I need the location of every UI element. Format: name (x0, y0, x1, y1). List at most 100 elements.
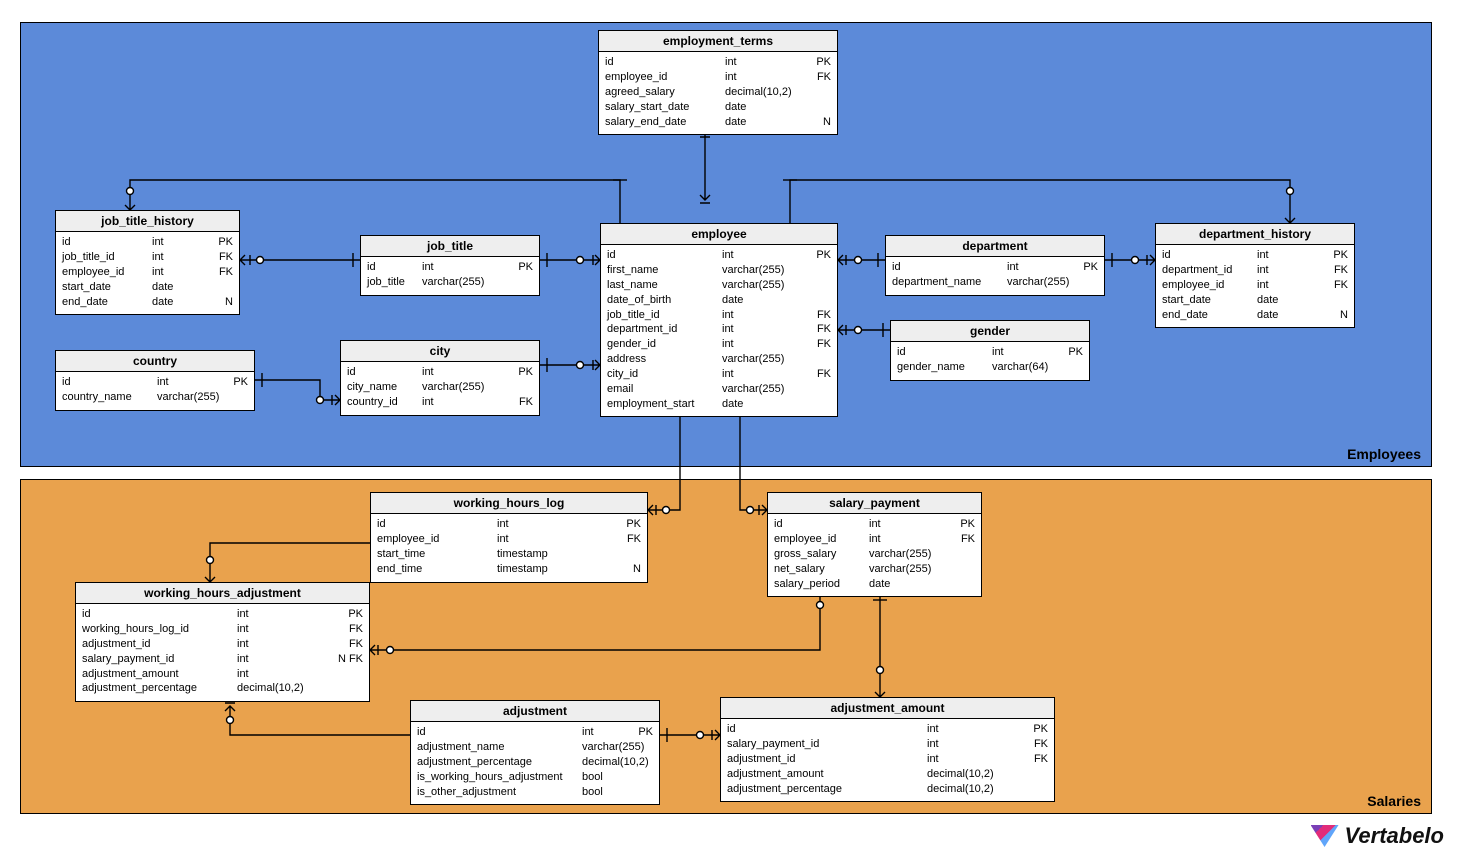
column-name: id (377, 517, 497, 532)
column-name: adjustment_percentage (417, 755, 582, 770)
column-key (811, 100, 831, 115)
column-row: adjustment_percentagedecimal(10,2) (82, 681, 363, 696)
column-row: end_datedateN (1162, 308, 1348, 323)
table-title: city (341, 341, 539, 362)
column-key (343, 667, 363, 682)
column-type: varchar(255) (1007, 275, 1078, 290)
column-type: varchar(64) (992, 360, 1063, 375)
column-name: id (605, 55, 725, 70)
column-key: FK (811, 337, 831, 352)
table-job-title-history[interactable]: job_title_history idintPKjob_title_idint… (55, 210, 240, 315)
table-country[interactable]: country idintPKcountry_namevarchar(255) (55, 350, 255, 411)
column-row: idintPK (727, 722, 1048, 737)
table-title: adjustment (411, 701, 659, 722)
column-key: N (213, 295, 233, 310)
column-row: salary_payment_idintFK (727, 737, 1048, 752)
column-name: employment_start (607, 397, 722, 412)
column-type: int (722, 337, 811, 352)
column-key (213, 280, 233, 295)
table-columns: idintPKjob_title_idintFKemployee_idintFK… (56, 232, 239, 314)
column-name: gender_id (607, 337, 722, 352)
column-name: id (347, 365, 422, 380)
table-city[interactable]: city idintPKcity_namevarchar(255)country… (340, 340, 540, 416)
column-key: FK (213, 265, 233, 280)
column-key (655, 755, 675, 770)
column-row: date_of_birthdate (607, 293, 831, 308)
column-name: id (417, 725, 582, 740)
column-name: email (607, 382, 722, 397)
table-title: employee (601, 224, 837, 245)
column-type: varchar(255) (722, 278, 811, 293)
column-row: department_idintFK (1162, 263, 1348, 278)
er-diagram-canvas: Employees Salaries (0, 0, 1462, 857)
column-row: idintPK (377, 517, 641, 532)
column-name: last_name (607, 278, 722, 293)
table-columns: idintPKworking_hours_log_idintFKadjustme… (76, 604, 369, 701)
table-columns: idintPKjob_titlevarchar(255) (361, 257, 539, 295)
column-type: varchar(255) (157, 390, 228, 405)
table-department[interactable]: department idintPKdepartment_namevarchar… (885, 235, 1105, 296)
column-type: date (869, 577, 955, 592)
column-row: adjustment_namevarchar(255) (417, 740, 653, 755)
table-gender[interactable]: gender idintPKgender_namevarchar(64) (890, 320, 1090, 381)
table-title: country (56, 351, 254, 372)
column-name: id (367, 260, 422, 275)
column-type: int (497, 517, 621, 532)
column-key (513, 275, 533, 290)
column-row: adjustment_amountint (82, 667, 363, 682)
table-adjustment-amount[interactable]: adjustment_amount idintPKsalary_payment_… (720, 697, 1055, 802)
table-salary-payment[interactable]: salary_payment idintPKemployee_idintFKgr… (767, 492, 982, 597)
column-type: int (1257, 248, 1328, 263)
column-row: gender_idintFK (607, 337, 831, 352)
column-key: FK (1028, 752, 1048, 767)
column-name: start_date (1162, 293, 1257, 308)
table-title: job_title_history (56, 211, 239, 232)
column-type: date (722, 397, 811, 412)
column-name: city_name (347, 380, 422, 395)
column-name: start_date (62, 280, 152, 295)
column-key: PK (633, 725, 653, 740)
column-key: FK (1028, 737, 1048, 752)
column-name: salary_payment_id (82, 652, 237, 667)
column-name: end_date (1162, 308, 1257, 323)
column-name: id (892, 260, 1007, 275)
column-key (621, 547, 641, 562)
column-type: date (1257, 293, 1328, 308)
column-name: salary_start_date (605, 100, 725, 115)
column-type: int (237, 652, 338, 667)
table-job-title[interactable]: job_title idintPKjob_titlevarchar(255) (360, 235, 540, 296)
column-name: adjustment_id (82, 637, 237, 652)
column-key: PK (621, 517, 641, 532)
table-working-hours-adjustment[interactable]: working_hours_adjustment idintPKworking_… (75, 582, 370, 702)
column-type: int (1007, 260, 1078, 275)
column-name: id (1162, 248, 1257, 263)
column-type: varchar(255) (422, 380, 513, 395)
table-columns: idintPKemployee_idintFKagreed_salarydeci… (599, 52, 837, 134)
table-columns: idintPKdepartment_idintFKemployee_idintF… (1156, 245, 1354, 327)
column-name: gender_name (897, 360, 992, 375)
column-name: first_name (607, 263, 722, 278)
column-row: department_idintFK (607, 322, 831, 337)
column-type: decimal(10,2) (927, 782, 1028, 797)
table-employment-terms[interactable]: employment_terms idintPKemployee_idintFK… (598, 30, 838, 135)
column-type: varchar(255) (582, 740, 650, 755)
column-key: N (811, 115, 831, 130)
column-type: bool (582, 785, 633, 800)
column-row: employment_startdate (607, 397, 831, 412)
column-row: idintPK (897, 345, 1083, 360)
table-title: department_history (1156, 224, 1354, 245)
table-title: employment_terms (599, 31, 837, 52)
column-key: PK (1328, 248, 1348, 263)
column-key (1078, 275, 1098, 290)
table-adjustment[interactable]: adjustment idintPKadjustment_namevarchar… (410, 700, 660, 805)
column-key: FK (513, 395, 533, 410)
column-row: idintPK (417, 725, 653, 740)
table-columns: idintPKcity_namevarchar(255)country_idin… (341, 362, 539, 415)
vertabelo-logo-icon (1311, 825, 1339, 847)
column-type: int (157, 375, 228, 390)
column-row: salary_start_datedate (605, 100, 831, 115)
table-working-hours-log[interactable]: working_hours_log idintPKemployee_idintF… (370, 492, 648, 583)
table-employee[interactable]: employee idintPKfirst_namevarchar(255)la… (600, 223, 838, 417)
table-department-history[interactable]: department_history idintPKdepartment_idi… (1155, 223, 1355, 328)
column-key: PK (811, 248, 831, 263)
